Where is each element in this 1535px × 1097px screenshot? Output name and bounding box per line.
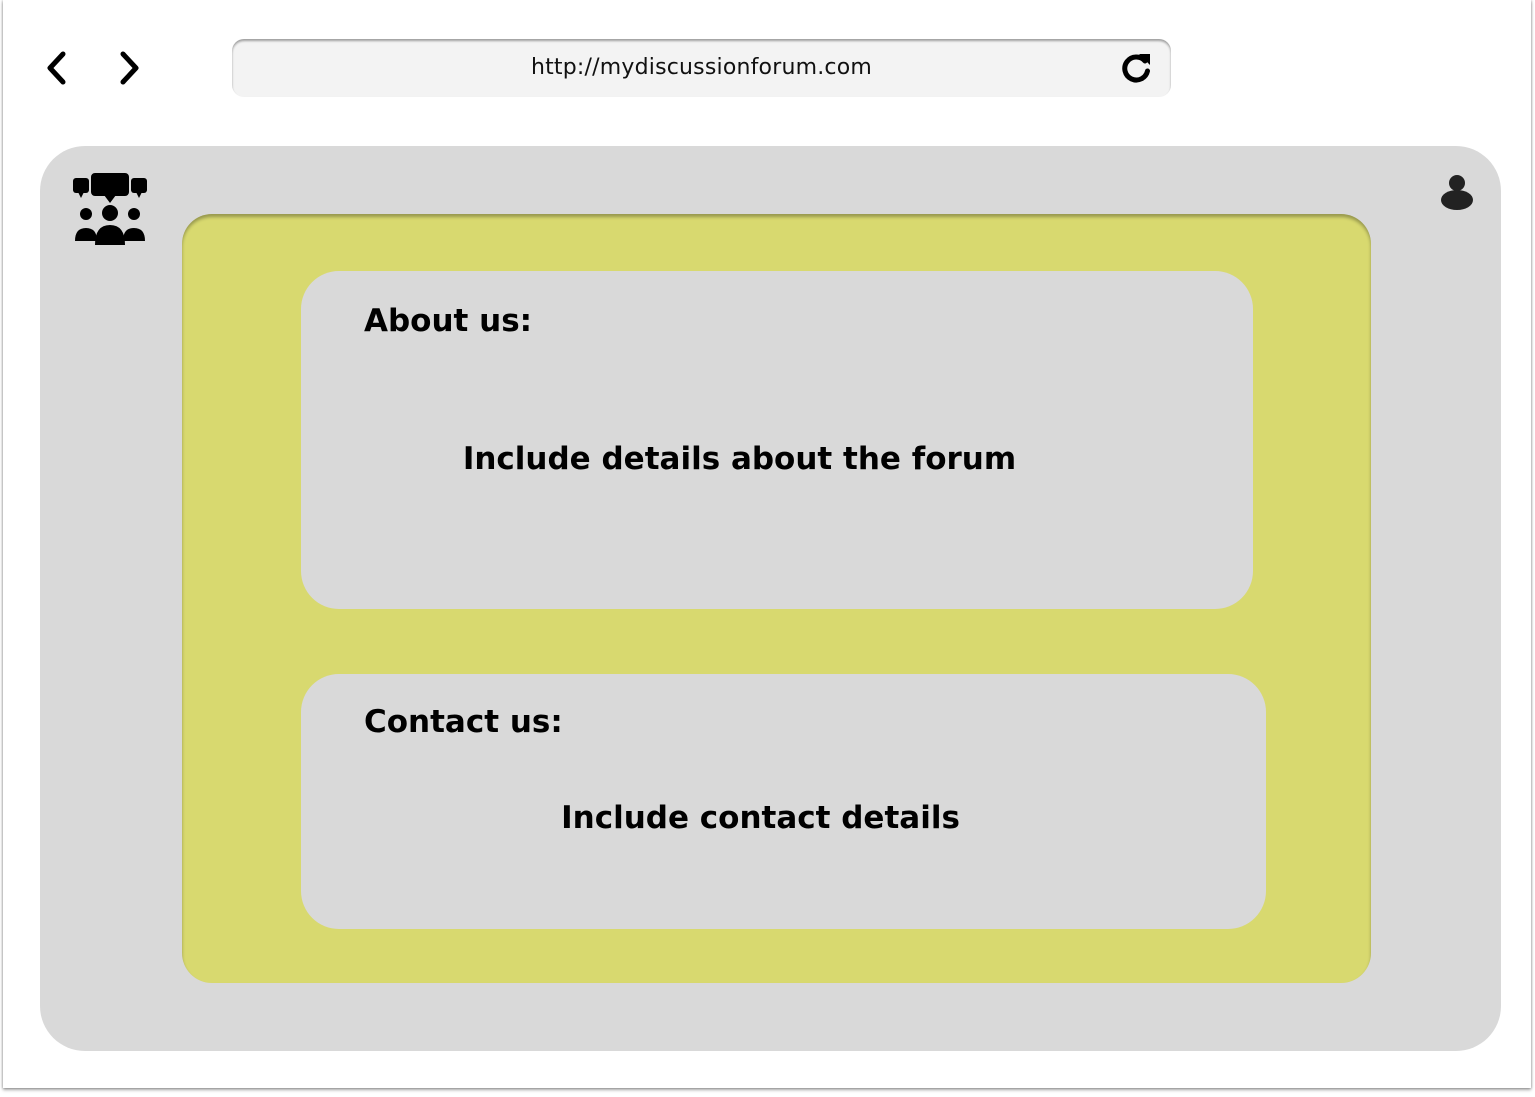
url-text[interactable]: http://mydiscussionforum.com bbox=[232, 55, 1171, 80]
contact-heading: Contact us: bbox=[364, 704, 563, 740]
about-heading: About us: bbox=[364, 303, 533, 339]
back-button[interactable] bbox=[37, 48, 77, 88]
contact-body: Include contact details bbox=[561, 800, 960, 836]
reload-icon bbox=[1122, 54, 1150, 83]
page-content: About us: Include details about the foru… bbox=[40, 146, 1501, 1051]
user-icon[interactable] bbox=[1441, 174, 1473, 210]
chevron-right-icon bbox=[120, 51, 139, 85]
about-body: Include details about the forum bbox=[462, 441, 1017, 477]
content-panel: About us: Include details about the foru… bbox=[182, 214, 1371, 983]
forward-button[interactable] bbox=[109, 48, 149, 88]
address-bar[interactable]: http://mydiscussionforum.com bbox=[232, 39, 1171, 97]
about-card: About us: Include details about the foru… bbox=[301, 271, 1253, 609]
contact-card: Contact us: Include contact details bbox=[301, 674, 1266, 929]
browser-window: http://mydiscussionforum.com About us: I… bbox=[3, 0, 1531, 1088]
forum-group-icon[interactable] bbox=[73, 173, 147, 245]
chevron-left-icon bbox=[47, 51, 66, 85]
reload-button[interactable] bbox=[1117, 49, 1155, 87]
